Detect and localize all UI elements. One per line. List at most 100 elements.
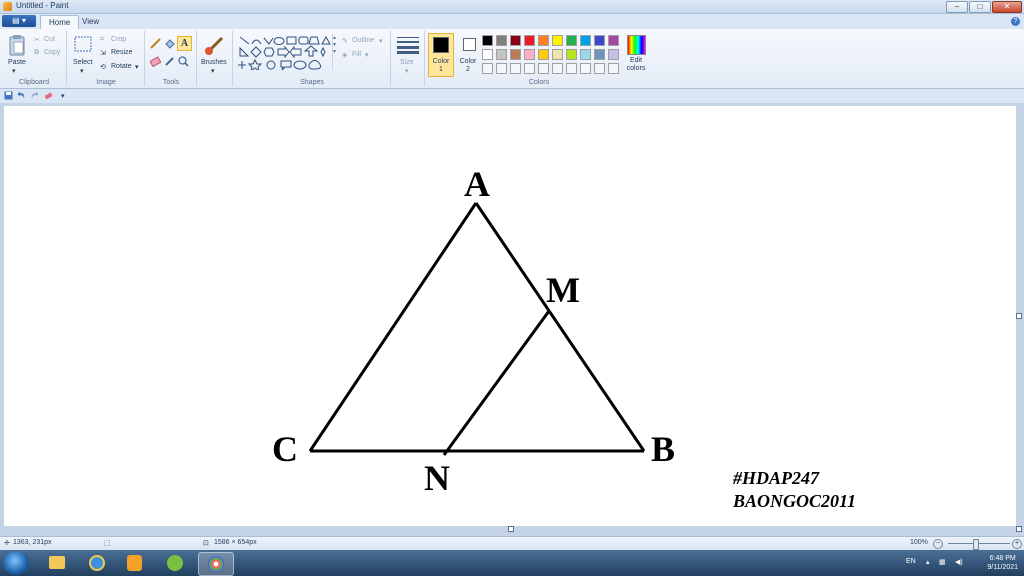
eraser-icon[interactable] — [150, 56, 161, 67]
palette-color-swatch[interactable] — [552, 49, 563, 60]
palette-color-swatch[interactable] — [538, 49, 549, 60]
language-indicator[interactable]: EN — [906, 558, 916, 565]
palette-color-swatch[interactable] — [566, 49, 577, 60]
palette-color-swatch[interactable] — [552, 35, 563, 46]
redo-icon[interactable] — [30, 91, 39, 100]
fill-button[interactable]: Fill — [352, 51, 361, 58]
palette-color-swatch[interactable] — [510, 35, 521, 46]
brushes-dropdown-icon[interactable]: ▾ — [211, 67, 215, 75]
copy-button[interactable]: Copy — [44, 49, 60, 56]
paste-icon[interactable] — [8, 34, 26, 56]
palette-color-swatch[interactable] — [608, 49, 619, 60]
resize-button[interactable]: Resize — [111, 49, 132, 56]
minimize-button[interactable]: – — [946, 1, 968, 13]
palette-color-swatch[interactable] — [482, 49, 493, 60]
palette-custom-slot[interactable] — [608, 63, 619, 74]
tab-view[interactable]: View — [74, 15, 107, 29]
taskbar-coccoc[interactable] — [158, 552, 192, 574]
color-picker-icon[interactable] — [164, 56, 175, 67]
canvas-resize-bottom-handle[interactable] — [508, 526, 514, 532]
size-dropdown-icon[interactable]: ▾ — [405, 67, 409, 75]
clock-date: 9/11/2021 — [987, 564, 1018, 571]
maximize-button[interactable]: □ — [969, 1, 991, 13]
canvas-resize-corner-handle[interactable] — [1016, 526, 1022, 532]
network-icon[interactable]: ▦ — [939, 558, 946, 566]
palette-custom-slot[interactable] — [482, 63, 493, 74]
show-hidden-icons[interactable]: ▴ — [926, 558, 930, 566]
paste-button[interactable]: Paste — [8, 59, 26, 66]
outline-dropdown-icon[interactable]: ▾ — [379, 37, 383, 45]
shapes-gallery[interactable] — [237, 34, 333, 70]
clock[interactable]: 6:48 PM 9/11/2021 — [987, 554, 1018, 572]
palette-custom-slot[interactable] — [566, 63, 577, 74]
zoom-slider-thumb[interactable] — [973, 539, 979, 550]
eraser-quick-icon[interactable] — [44, 91, 53, 100]
paint-app-icon[interactable] — [3, 2, 12, 11]
select-dropdown-icon[interactable]: ▾ — [80, 67, 84, 75]
customize-qat-icon[interactable]: ▾ — [61, 92, 65, 100]
rotate-button[interactable]: Rotate — [111, 63, 132, 70]
palette-color-swatch[interactable] — [594, 49, 605, 60]
palette-custom-slot[interactable] — [580, 63, 591, 74]
paint-menu-button[interactable]: ▤ ▾ — [2, 15, 36, 27]
label-c: C — [272, 429, 298, 469]
fill-bucket-icon[interactable] — [164, 38, 175, 49]
resize-icon: ⇲ — [100, 50, 106, 57]
workspace[interactable]: A M C B N #HDAP247 BAONGOC2011 — [0, 103, 1024, 536]
size-button[interactable]: Size — [400, 59, 414, 66]
help-icon[interactable]: ? — [1011, 17, 1020, 26]
palette-color-swatch[interactable] — [496, 35, 507, 46]
palette-color-swatch[interactable] — [482, 35, 493, 46]
zoom-out-button[interactable]: − — [933, 539, 943, 549]
volume-icon[interactable]: ◀) — [955, 558, 963, 566]
palette-color-swatch[interactable] — [538, 35, 549, 46]
brushes-button[interactable]: Brushes — [201, 59, 227, 66]
palette-custom-slot[interactable] — [552, 63, 563, 74]
start-button[interactable] — [3, 551, 29, 575]
line-ab — [474, 202, 646, 452]
palette-color-swatch[interactable] — [594, 35, 605, 46]
shapes-scroll[interactable]: ▴ ▾ ▾ — [332, 34, 339, 70]
taskbar-paint[interactable] — [198, 552, 234, 576]
palette-color-swatch[interactable] — [496, 49, 507, 60]
fill-dropdown-icon[interactable]: ▾ — [365, 51, 369, 59]
clipboard-group: Paste ▾ ✂ Cut ⧉ Copy Clipboard — [2, 31, 67, 86]
palette-color-swatch[interactable] — [510, 49, 521, 60]
taskbar-explorer[interactable] — [40, 552, 74, 574]
taskbar-internet-explorer[interactable] — [80, 552, 114, 574]
palette-custom-slot[interactable] — [524, 63, 535, 74]
magnifier-icon[interactable] — [178, 56, 189, 67]
save-icon[interactable] — [4, 91, 13, 100]
edit-colors-button[interactable]: Edit colors — [623, 57, 649, 73]
drawing-canvas[interactable]: A M C B N #HDAP247 BAONGOC2011 — [4, 106, 1016, 526]
palette-color-swatch[interactable] — [524, 35, 535, 46]
select-icon[interactable] — [74, 36, 92, 52]
palette-color-swatch[interactable] — [524, 49, 535, 60]
crop-button[interactable]: Crop — [111, 36, 126, 43]
zoom-slider-track[interactable] — [948, 543, 1010, 544]
palette-custom-slot[interactable] — [538, 63, 549, 74]
canvas-resize-right-handle[interactable] — [1016, 313, 1022, 319]
undo-icon[interactable] — [17, 91, 26, 100]
palette-custom-slot[interactable] — [594, 63, 605, 74]
edit-colors-icon[interactable] — [627, 35, 646, 55]
brush-icon[interactable] — [204, 35, 226, 55]
close-button[interactable]: ✕ — [992, 1, 1022, 13]
taskbar-media-player[interactable] — [118, 552, 152, 574]
palette-custom-slot[interactable] — [496, 63, 507, 74]
palette-color-swatch[interactable] — [608, 35, 619, 46]
size-icon[interactable] — [397, 36, 419, 54]
select-button[interactable]: Select — [73, 59, 92, 66]
paste-dropdown-icon[interactable]: ▾ — [12, 67, 16, 75]
palette-color-swatch[interactable] — [566, 35, 577, 46]
cut-button[interactable]: Cut — [44, 36, 55, 43]
palette-custom-slot[interactable] — [510, 63, 521, 74]
zoom-in-button[interactable]: + — [1012, 539, 1022, 549]
rotate-dropdown-icon[interactable]: ▾ — [135, 63, 139, 71]
pencil-icon[interactable] — [150, 38, 161, 49]
palette-color-swatch[interactable] — [580, 49, 591, 60]
text-tool-icon[interactable]: A — [177, 36, 192, 51]
outline-button[interactable]: Outline — [352, 37, 374, 44]
palette-color-swatch[interactable] — [580, 35, 591, 46]
brushes-group: Brushes ▾ — [198, 31, 233, 86]
